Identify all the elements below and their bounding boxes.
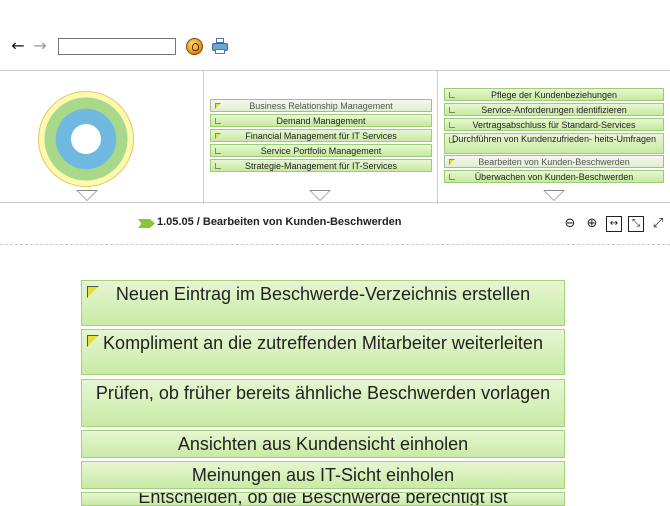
search-input[interactable]	[58, 38, 176, 55]
process-item[interactable]: Financial Management für IT Services	[210, 129, 432, 142]
activity-step[interactable]: Ansichten aus Kundensicht einholen	[81, 430, 565, 458]
service-lifecycle-wheel-icon[interactable]	[38, 91, 134, 187]
printer-icon[interactable]	[211, 38, 229, 55]
back-arrow-icon[interactable]: ←	[9, 38, 27, 54]
expand-down-icon[interactable]	[76, 190, 98, 201]
lifecycle-column	[0, 71, 204, 204]
toolbar: ← →	[0, 0, 670, 70]
flag-icon	[87, 286, 99, 298]
process-item[interactable]: Demand Management	[210, 114, 432, 127]
process-item[interactable]: Strategie-Management für IT-Services	[210, 159, 432, 172]
activity-step[interactable]: Entscheiden, ob die Beschwerde berechtig…	[81, 492, 565, 506]
subprocess-item[interactable]: Bearbeiten von Kunden-Beschwerden	[444, 155, 664, 168]
activity-step[interactable]: Meinungen aus IT-Sicht einholen	[81, 461, 565, 489]
process-item[interactable]: Business Relationship Management	[210, 99, 432, 112]
navigation-panel: Business Relationship Management Demand …	[0, 70, 670, 204]
process-item[interactable]: Service Portfolio Management	[210, 144, 432, 157]
fit-page-icon[interactable]: ⤡	[628, 216, 644, 232]
subprocess-item[interactable]: Service-Anforderungen identifizieren	[444, 103, 664, 116]
expand-down-icon[interactable]	[309, 190, 331, 201]
activity-step[interactable]: Kompliment an die zutreffenden Mitarbeit…	[81, 329, 565, 375]
fullscreen-icon[interactable]: ⤢	[650, 216, 666, 232]
process-column: Business Relationship Management Demand …	[204, 71, 438, 204]
subprocess-item[interactable]: Überwachen von Kunden-Beschwerden	[444, 170, 664, 183]
lightbulb-icon[interactable]	[186, 38, 203, 55]
activity-step[interactable]: Neuen Eintrag im Beschwerde-Verzeichnis …	[81, 280, 565, 326]
activity-step[interactable]: Prüfen, ob früher bereits ähnliche Besch…	[81, 379, 565, 427]
forward-arrow-icon[interactable]: →	[31, 38, 49, 54]
subprocess-column: Pflege der Kundenbeziehungen Service-Anf…	[438, 71, 670, 204]
subprocess-item[interactable]: Vertragsabschluss für Standard-Services	[444, 118, 664, 131]
subprocess-item[interactable]: Pflege der Kundenbeziehungen	[444, 88, 664, 101]
subprocess-item[interactable]: Durchführen von Kundenzufrieden- heits-U…	[444, 133, 664, 154]
flag-icon	[87, 335, 99, 347]
zoom-out-icon[interactable]: ⊖	[562, 216, 578, 232]
breadcrumb-arrow-icon	[138, 219, 155, 228]
zoom-in-icon[interactable]: ⊕	[584, 216, 600, 232]
fit-width-icon[interactable]: ↔	[606, 216, 622, 232]
divider	[0, 244, 670, 245]
breadcrumb: 1.05.05 / Bearbeiten von Kunden-Beschwer…	[157, 216, 402, 228]
expand-down-icon[interactable]	[543, 190, 565, 201]
